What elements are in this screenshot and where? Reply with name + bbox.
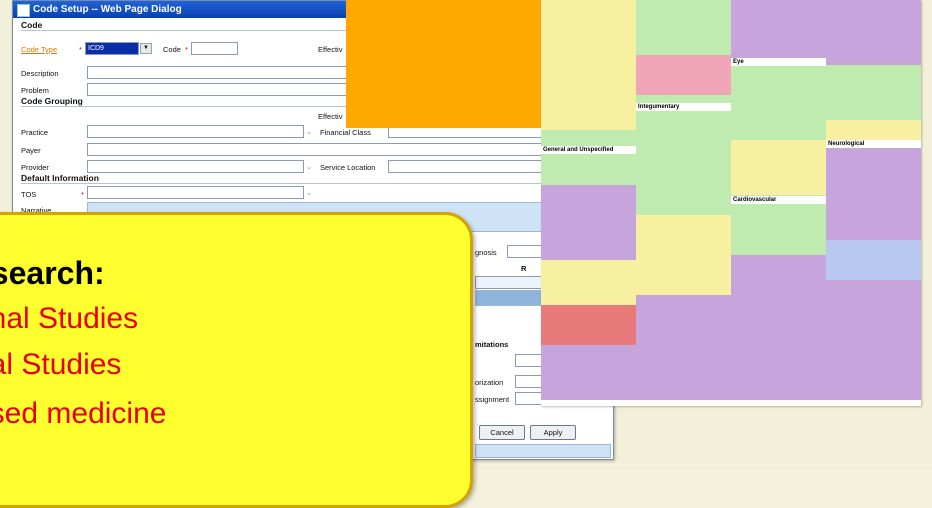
section-code-grouping: Code Grouping — [21, 96, 83, 106]
column-header: Cardiovascular — [731, 196, 826, 204]
section-code: Code — [21, 20, 43, 30]
service-location-label: Service Location — [320, 163, 376, 172]
status-bar — [475, 444, 611, 458]
problem-label: Problem — [21, 86, 49, 95]
provider-select[interactable] — [87, 160, 304, 173]
tos-label: TOS — [21, 190, 37, 199]
code-type-label[interactable]: Code Type — [21, 45, 57, 54]
required-mark: * — [79, 45, 82, 54]
code-sheet-column: Integumentary — [636, 0, 731, 400]
column-header: Neurological — [826, 140, 921, 148]
column-header: Integumentary — [636, 103, 731, 111]
practice-select[interactable] — [87, 125, 304, 138]
r-label: R — [521, 264, 527, 273]
practice-label: Practice — [21, 128, 49, 137]
assignment-label: ssignment — [475, 395, 510, 404]
column-header: General and Unspecified — [541, 146, 636, 154]
section-limitations: mitations — [475, 340, 509, 349]
callout-line: onal Studies — [0, 302, 139, 335]
tos-select[interactable] — [87, 186, 304, 199]
window-icon — [17, 4, 30, 17]
cancel-button[interactable]: Cancel — [479, 425, 525, 440]
payer-input[interactable] — [87, 143, 609, 156]
authorization-label: orization — [475, 378, 504, 387]
research-callout: esearch: onal Studies nal Studies ased m… — [0, 212, 473, 508]
chevron-down-icon[interactable]: ⌄ — [306, 188, 312, 197]
code-label: Code — [163, 45, 181, 54]
apply-button[interactable]: Apply — [530, 425, 576, 440]
required-mark: * — [81, 190, 84, 199]
payer-label: Payer — [21, 146, 41, 155]
code-sheet-column: Eye Cardiovascular — [731, 0, 826, 400]
provider-label: Provider — [21, 163, 49, 172]
chevron-down-icon[interactable]: ⌄ — [306, 127, 312, 136]
code-input[interactable] — [191, 42, 238, 55]
code-type-select[interactable]: ICD9 — [85, 42, 139, 55]
chevron-down-icon[interactable]: ⌄ — [306, 162, 312, 171]
description-label: Description — [21, 69, 59, 78]
code-sheet-column: Neurological — [826, 0, 921, 400]
dialog-title: Code Setup -- Web Page Dialog — [33, 4, 182, 15]
diagnosis-label: gnosis — [475, 248, 497, 257]
section-default-information: Default Information — [21, 173, 99, 183]
effective-label: Effectiv — [318, 45, 343, 54]
callout-heading: esearch: — [0, 255, 105, 291]
section-divider — [21, 183, 606, 184]
callout-line: nal Studies — [0, 348, 122, 381]
chevron-down-icon[interactable]: ▼ — [140, 43, 152, 54]
financial-class-label: Financial Class — [320, 128, 371, 137]
callout-line: ased medicine — [0, 397, 167, 430]
required-mark: * — [185, 45, 188, 54]
code-sheet-image: General and Unspecified Integumentary Ey… — [541, 0, 921, 406]
effective-label-2: Effectiv — [318, 112, 343, 121]
code-sheet-column: General and Unspecified — [541, 0, 636, 400]
column-header: Eye — [731, 58, 826, 66]
